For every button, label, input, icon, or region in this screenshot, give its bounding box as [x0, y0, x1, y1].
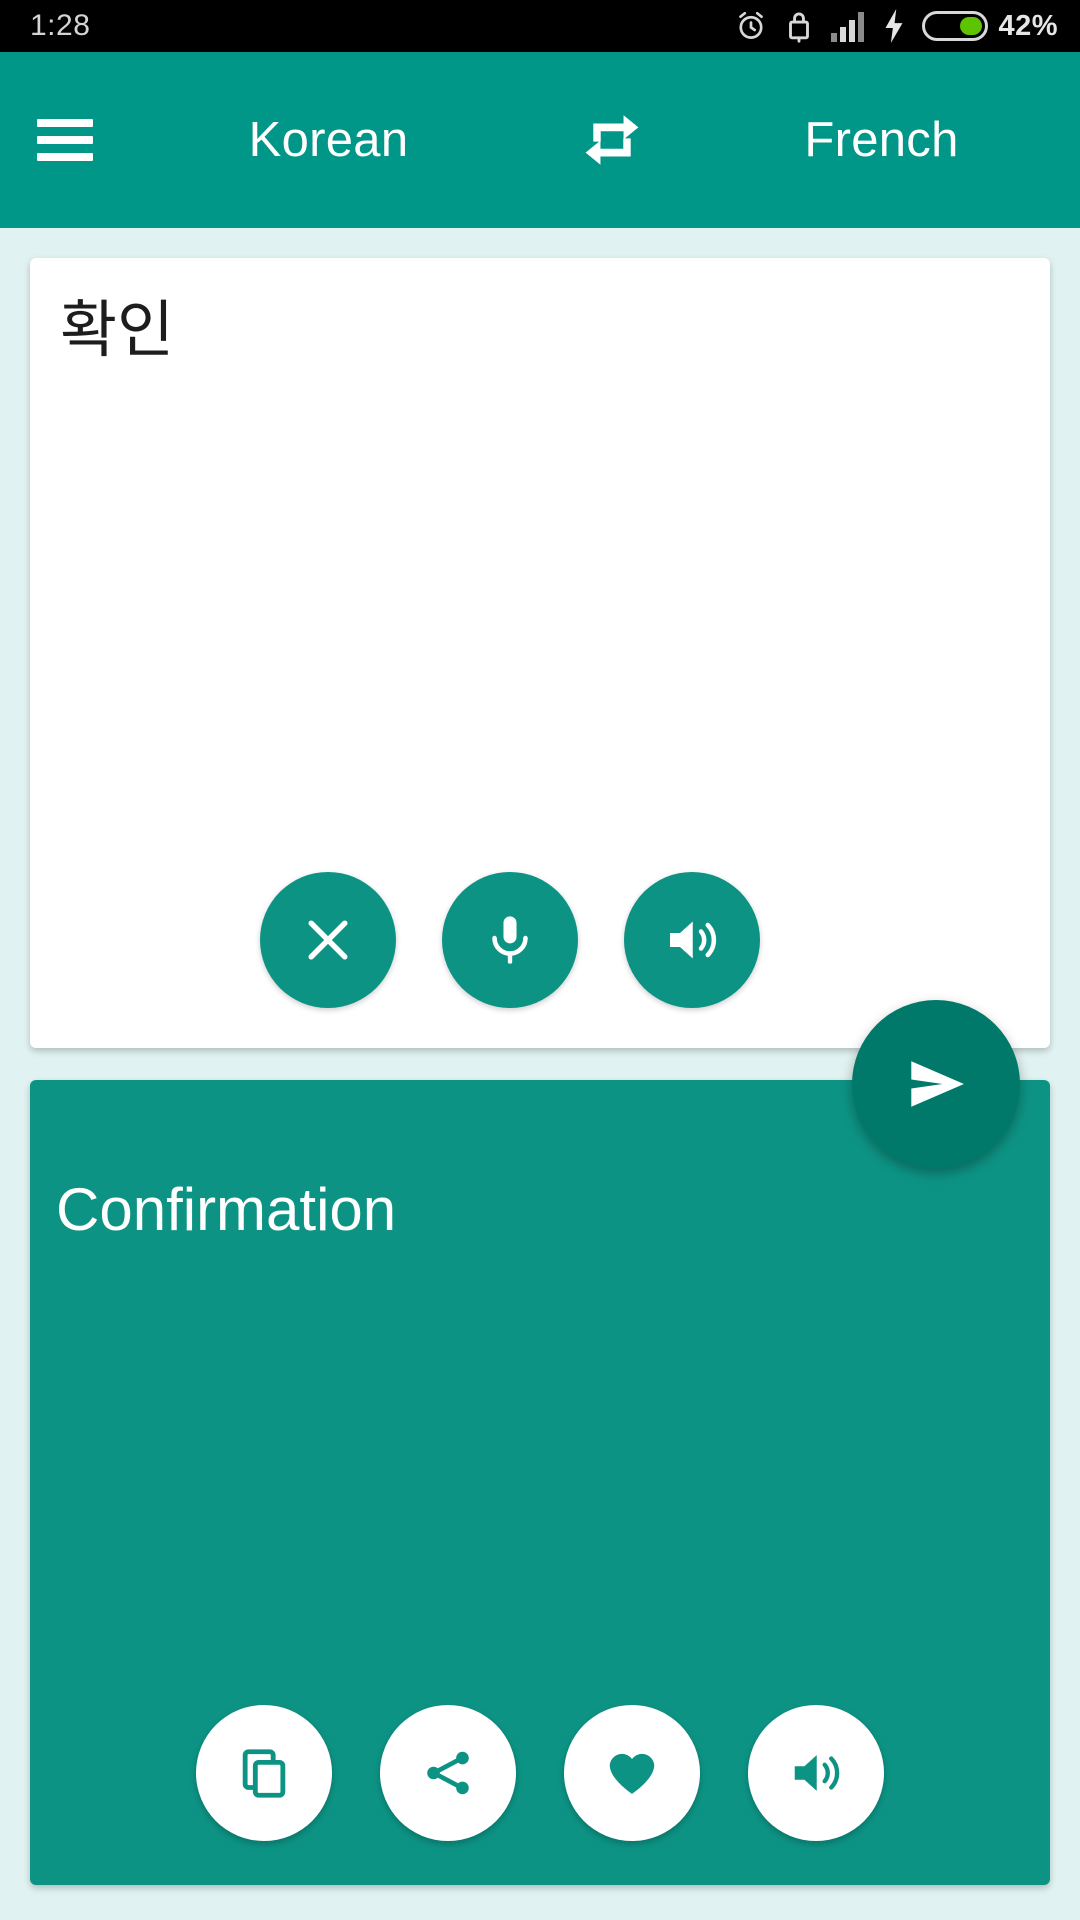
listen-source-button[interactable]: [624, 872, 760, 1008]
battery-percent-label: 42%: [998, 9, 1058, 42]
source-language-selector[interactable]: Korean: [130, 52, 547, 228]
swap-icon: [579, 107, 645, 173]
battery-icon: [922, 11, 989, 41]
alarm-icon: [734, 9, 768, 43]
result-actions-bar: [30, 1705, 1050, 1841]
favorite-button[interactable]: [564, 1705, 700, 1841]
status-bar-clock: 1:28: [30, 9, 91, 42]
battery-indicator: 42%: [922, 10, 1058, 43]
source-text-input[interactable]: 확인: [60, 292, 990, 370]
charging-bolt-icon: [883, 9, 905, 43]
source-actions-bar: [30, 872, 1050, 1008]
source-language-label: Korean: [248, 113, 409, 167]
app-screen: 1:28 42% Korean French 확인 Confirmation: [0, 0, 1080, 1920]
lock-icon: [785, 9, 813, 43]
target-language-label: French: [804, 113, 959, 167]
status-bar: 1:28 42%: [0, 0, 1080, 52]
hamburger-menu-icon: [37, 119, 93, 161]
swap-languages-button[interactable]: [547, 52, 677, 228]
battery-fill: [959, 17, 983, 35]
translation-result-card: Confirmation: [30, 1080, 1050, 1885]
listen-target-button[interactable]: [748, 1705, 884, 1841]
status-bar-icons: 42%: [734, 9, 1058, 43]
menu-button[interactable]: [0, 52, 130, 228]
clear-button[interactable]: [260, 872, 396, 1008]
app-header: Korean French: [0, 52, 1080, 228]
signal-icon: [830, 10, 866, 42]
copy-button[interactable]: [196, 1705, 332, 1841]
target-language-selector[interactable]: French: [677, 52, 1080, 228]
translated-text: Confirmation: [56, 1176, 397, 1243]
share-button[interactable]: [380, 1705, 516, 1841]
microphone-button[interactable]: [442, 872, 578, 1008]
source-text-card: 확인: [30, 258, 1050, 1048]
send-translate-button[interactable]: [852, 1000, 1020, 1168]
